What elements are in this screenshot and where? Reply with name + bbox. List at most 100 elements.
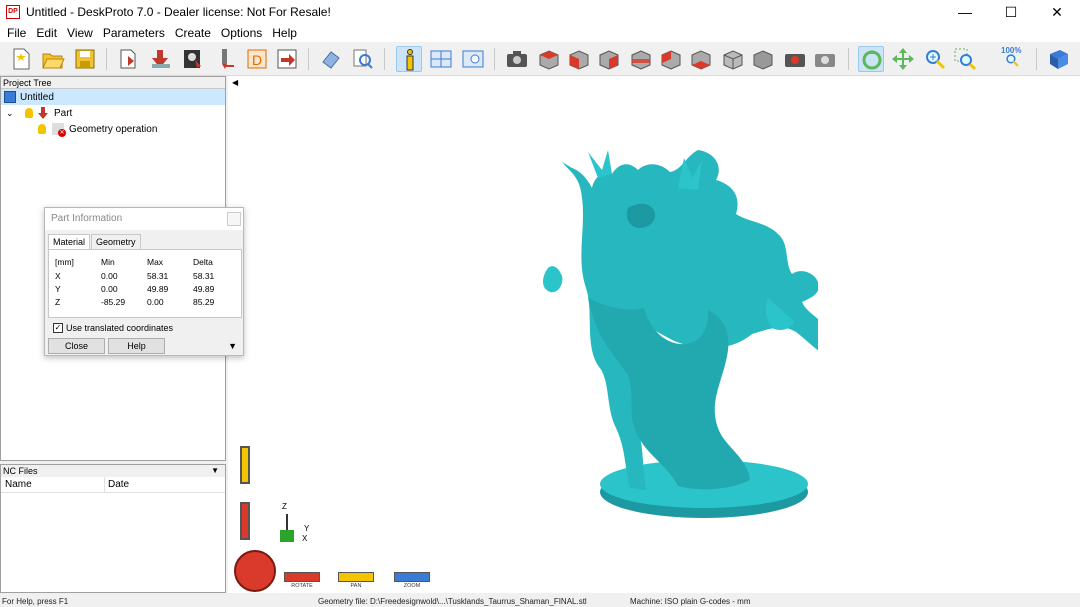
tab-material[interactable]: Material: [48, 234, 91, 249]
axis-x-label: X: [302, 534, 308, 543]
pan-slider[interactable]: [338, 572, 374, 582]
zoom-100-icon[interactable]: 100%: [1000, 46, 1028, 72]
view-cube-back-icon[interactable]: [628, 46, 654, 72]
dxf-icon[interactable]: D: [244, 46, 270, 72]
part-icon[interactable]: [148, 46, 174, 72]
dropdown-arrow-icon[interactable]: ▼: [211, 465, 219, 477]
view-cube-right-icon[interactable]: [596, 46, 622, 72]
title-bar: DP Untitled - DeskProto 7.0 - Dealer lic…: [0, 0, 1080, 24]
view-cube-plain-icon[interactable]: [750, 46, 776, 72]
axis-y-label: Y: [304, 524, 310, 533]
geometry-import-icon[interactable]: [116, 46, 142, 72]
view-cube-top-icon[interactable]: [536, 46, 562, 72]
grid-row-x: X 0.00 58.31 58.31: [55, 270, 239, 282]
save-icon[interactable]: [72, 46, 98, 72]
lightbulb-icon[interactable]: [25, 108, 33, 118]
translated-coordinates-checkbox[interactable]: ✓: [53, 323, 63, 333]
window-view-icon[interactable]: [460, 46, 486, 72]
nc-files-header: NC Files ▼: [1, 465, 225, 477]
menu-options[interactable]: Options: [216, 26, 267, 40]
export-icon[interactable]: [274, 46, 300, 72]
zoom-slider[interactable]: [394, 572, 430, 582]
tree-item-geometry-operation[interactable]: ✕ Geometry operation: [1, 121, 225, 137]
zoom-window-icon[interactable]: [952, 46, 978, 72]
view-cube-iso-icon[interactable]: [720, 46, 746, 72]
menu-view[interactable]: View: [62, 26, 98, 40]
minimize-button[interactable]: —: [942, 0, 988, 24]
rotate-view-icon[interactable]: [858, 46, 884, 72]
axis-z-label: Z: [282, 502, 287, 511]
3d-model[interactable]: [528, 148, 818, 528]
toolpath-view-icon[interactable]: [812, 46, 838, 72]
delta-value: 49.89: [193, 284, 215, 294]
zoom-in-icon[interactable]: [922, 46, 948, 72]
close-button[interactable]: Close: [48, 338, 105, 354]
axis-label: Z: [55, 297, 61, 307]
column-name[interactable]: Name: [1, 477, 105, 492]
eraser-icon[interactable]: [318, 46, 344, 72]
tree-item-untitled[interactable]: Untitled: [1, 89, 225, 105]
menu-bar: File Edit View Parameters Create Options…: [0, 24, 1080, 42]
expand-arrow-icon[interactable]: ▼: [228, 341, 237, 351]
menu-parameters[interactable]: Parameters: [98, 26, 170, 40]
rotate-wheel[interactable]: [240, 502, 250, 540]
svg-text:D: D: [252, 52, 262, 68]
help-button[interactable]: Help: [108, 338, 165, 354]
tab-geometry[interactable]: Geometry: [91, 234, 141, 249]
axis-indicator: Z Y X: [276, 502, 316, 548]
layout-icon[interactable]: [428, 46, 454, 72]
window-title: Untitled - DeskProto 7.0 - Dealer licens…: [26, 5, 331, 19]
menu-help[interactable]: Help: [267, 26, 302, 40]
main-toolbar: D 100%: [0, 42, 1080, 76]
inspect-icon[interactable]: [350, 46, 376, 72]
menu-edit[interactable]: Edit: [31, 26, 62, 40]
open-folder-icon[interactable]: [40, 46, 66, 72]
grid-row-y: Y 0.00 49.89 49.89: [55, 283, 239, 295]
rotate-slider[interactable]: [284, 572, 320, 582]
project-tree-header: Project Tree: [1, 77, 225, 89]
camera-icon[interactable]: [504, 46, 530, 72]
delta-value: 85.29: [193, 297, 215, 307]
axis-label: X: [55, 271, 61, 281]
menu-create[interactable]: Create: [170, 26, 216, 40]
part-tree-icon: [38, 107, 48, 119]
collapse-arrow-icon[interactable]: ◀: [232, 78, 238, 87]
help-book-icon[interactable]: [1046, 46, 1072, 72]
grid-row-z: Z -85.29 0.00 85.29: [55, 296, 239, 308]
3d-viewport[interactable]: ◀ Z Y X ROTATE PAN ZOOM: [228, 76, 1080, 593]
min-value: -85.29: [101, 297, 126, 307]
zoom-label: ZOOM: [403, 583, 421, 589]
column-date[interactable]: Date: [105, 477, 129, 492]
close-button[interactable]: ✕: [1034, 0, 1080, 24]
grid-header-row: [mm] Min Max Delta: [55, 256, 239, 268]
delta-value: 58.31: [193, 271, 215, 281]
rotate-dial[interactable]: [234, 550, 276, 592]
dialog-title-bar[interactable]: Part Information: [45, 208, 243, 230]
dialog-title: Part Information: [51, 213, 123, 224]
status-geometry-file: Geometry file: D:\Freedesignwold\...\Tus…: [318, 597, 587, 606]
dimensions-grid: [mm] Min Max Delta X 0.00 58.31 58.31 Y …: [48, 249, 242, 318]
new-file-icon[interactable]: [8, 46, 34, 72]
axis-cube-icon: [280, 530, 294, 542]
info-icon[interactable]: [396, 46, 422, 72]
lightbulb-icon[interactable]: [38, 124, 46, 134]
dialog-close-icon[interactable]: [227, 212, 241, 226]
menu-file[interactable]: File: [2, 26, 31, 40]
max-value: 49.89: [147, 284, 169, 294]
tree-part-label: Part: [54, 107, 73, 119]
image-import-icon[interactable]: [180, 46, 206, 72]
translated-coordinates-option[interactable]: ✓ Use translated coordinates: [53, 323, 173, 333]
part-information-dialog: Part Information Material Geometry [mm] …: [44, 207, 244, 356]
expand-chevron-icon[interactable]: ⌄: [6, 108, 20, 119]
render-view-icon[interactable]: [782, 46, 808, 72]
header-min: Min: [101, 257, 115, 267]
maximize-button[interactable]: ☐: [988, 0, 1034, 24]
cutter-icon[interactable]: [212, 46, 238, 72]
tree-item-part[interactable]: ⌄ Part: [1, 105, 225, 121]
pan-view-icon[interactable]: [890, 46, 916, 72]
nc-files-panel: NC Files ▼ Name Date: [0, 464, 226, 593]
view-cube-bottom-icon[interactable]: [688, 46, 714, 72]
pan-wheel[interactable]: [240, 446, 250, 484]
view-cube-front-icon[interactable]: [566, 46, 592, 72]
view-cube-left-icon[interactable]: [658, 46, 684, 72]
